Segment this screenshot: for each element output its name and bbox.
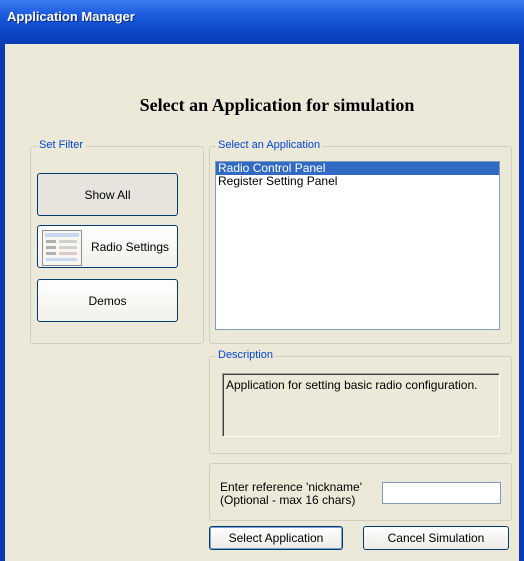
radio-settings-button-label: Radio Settings <box>90 239 169 254</box>
application-manager-window: Application Manager Select an Applicatio… <box>0 0 524 561</box>
window-border-left <box>0 44 5 561</box>
demos-button[interactable]: Demos <box>37 279 178 322</box>
nickname-input[interactable] <box>382 482 501 504</box>
select-application-button-label: Select Application <box>228 531 324 545</box>
application-listbox[interactable]: Radio Control Panel Register Setting Pan… <box>215 161 500 330</box>
select-application-button[interactable]: Select Application <box>209 526 343 550</box>
description-text-box: Application for setting basic radio conf… <box>222 373 500 437</box>
applications-group-legend: Select an Application <box>216 139 323 151</box>
cancel-simulation-button[interactable]: Cancel Simulation <box>363 526 509 550</box>
show-all-button-label: Show All <box>84 187 131 202</box>
description-text: Application for setting basic radio conf… <box>226 378 478 392</box>
window-title: Application Manager <box>7 9 135 24</box>
window-border-right <box>519 44 524 561</box>
title-bar[interactable]: Application Manager <box>0 0 524 44</box>
show-all-button[interactable]: Show All <box>37 173 178 216</box>
cancel-simulation-button-label: Cancel Simulation <box>387 531 485 545</box>
page-heading: Select an Application for simulation <box>139 95 415 115</box>
radio-settings-button[interactable]: Radio Settings <box>37 225 178 268</box>
description-group-legend: Description <box>216 349 276 361</box>
nickname-label-line2: (Optional - max 16 chars) <box>220 493 356 507</box>
demos-button-label: Demos <box>88 293 127 308</box>
radio-settings-thumbnail-icon <box>42 230 82 266</box>
list-item-register-setting-panel[interactable]: Register Setting Panel <box>216 175 499 188</box>
filter-group-legend: Set Filter <box>37 139 86 151</box>
